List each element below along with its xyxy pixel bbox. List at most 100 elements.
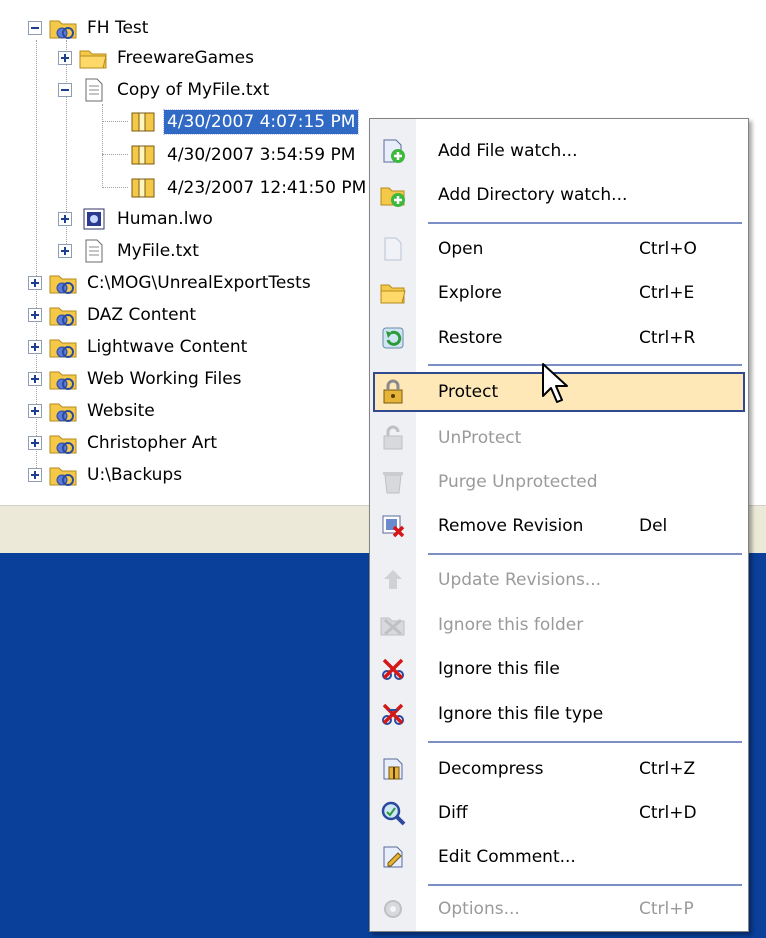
tree-item-label: Christopher Art: [87, 433, 217, 453]
revision-icon: [128, 175, 158, 201]
tree-connector: [102, 121, 128, 122]
update-revisions-icon: [373, 560, 413, 600]
tree-item-human-lwo[interactable]: Human.lwo: [58, 203, 216, 235]
revision-icon: [128, 142, 158, 168]
watched-folder-icon: [48, 430, 78, 456]
tree-item-myfile[interactable]: MyFile.txt: [58, 235, 202, 267]
menu-item-decompress[interactable]: Decompress Ctrl+Z: [373, 749, 745, 789]
watched-folder-icon: [48, 15, 78, 41]
collapse-toggle[interactable]: [28, 21, 42, 35]
watched-folder-icon: [48, 398, 78, 424]
tree-item-label: FH Test: [87, 18, 149, 38]
tree-item-web-working-files[interactable]: Web Working Files: [28, 363, 245, 395]
watched-folder-icon: [48, 302, 78, 328]
text-file-icon: [78, 238, 108, 264]
tree-item-label: 4/30/2007 4:07:15 PM: [162, 109, 360, 135]
diff-icon: [373, 793, 413, 833]
tree-item-label: DAZ Content: [87, 305, 197, 325]
expand-toggle[interactable]: [28, 308, 42, 322]
context-menu: Add File watch... Add Directory watch...…: [369, 118, 749, 932]
menu-item-unprotect[interactable]: UnProtect: [373, 418, 745, 458]
tree-item-website[interactable]: Website: [28, 395, 158, 427]
menu-item-restore[interactable]: Restore Ctrl+R: [373, 318, 745, 358]
menu-item-add-file-watch[interactable]: Add File watch...: [373, 131, 745, 171]
tree-item-revision[interactable]: 4/23/2007 12:41:50 PM: [128, 172, 369, 204]
menu-item-edit-comment[interactable]: Edit Comment...: [373, 837, 745, 877]
menu-item-add-directory-watch[interactable]: Add Directory watch...: [373, 175, 745, 215]
watched-folder-icon: [48, 270, 78, 296]
open-file-icon: [373, 229, 413, 269]
tree-item-label: Human.lwo: [117, 209, 213, 229]
tree-connector: [102, 154, 128, 155]
decompress-icon: [373, 749, 413, 789]
edit-comment-icon: [373, 837, 413, 877]
menu-separator: [428, 553, 742, 555]
tree-item-label: 4/30/2007 3:54:59 PM: [167, 145, 356, 165]
object-file-icon: [78, 206, 108, 232]
revision-icon: [128, 109, 158, 135]
collapse-toggle[interactable]: [58, 83, 72, 97]
expand-toggle[interactable]: [28, 372, 42, 386]
remove-revision-icon: [373, 506, 413, 546]
expand-toggle[interactable]: [28, 404, 42, 418]
menu-item-ignore-file-type[interactable]: Ignore this file type: [373, 694, 745, 734]
tree-item-revision[interactable]: 4/30/2007 4:07:15 PM: [128, 106, 360, 138]
mouse-pointer-icon: [542, 363, 568, 403]
tree-item-label: Website: [87, 401, 155, 421]
purge-icon: [373, 462, 413, 502]
tree-item-christopher-art[interactable]: Christopher Art: [28, 427, 220, 459]
tree-item-label: 4/23/2007 12:41:50 PM: [167, 178, 367, 198]
ignore-file-type-icon: [373, 694, 413, 734]
tree-item-lightwave-content[interactable]: Lightwave Content: [28, 331, 250, 363]
expand-toggle[interactable]: [28, 276, 42, 290]
tree-item-unreal-export-tests[interactable]: C:\MOG\UnrealExportTests: [28, 267, 314, 299]
menu-item-open[interactable]: Open Ctrl+O: [373, 229, 745, 269]
menu-item-diff[interactable]: Diff Ctrl+D: [373, 793, 745, 833]
expand-toggle[interactable]: [58, 212, 72, 226]
menu-item-explore[interactable]: Explore Ctrl+E: [373, 273, 745, 313]
tree-item-label: Web Working Files: [87, 369, 242, 389]
text-file-icon: [78, 77, 108, 103]
tree-item-label: FreewareGames: [117, 48, 254, 68]
tree-item-revision[interactable]: 4/30/2007 3:54:59 PM: [128, 139, 358, 171]
menu-item-remove-revision[interactable]: Remove Revision Del: [373, 506, 745, 546]
explore-folder-icon: [373, 273, 413, 313]
expand-toggle[interactable]: [58, 244, 72, 258]
add-file-watch-icon: [373, 131, 413, 171]
menu-item-ignore-folder[interactable]: Ignore this folder: [373, 605, 745, 645]
restore-icon: [373, 318, 413, 358]
menu-separator: [428, 884, 742, 886]
menu-item-options[interactable]: Options... Ctrl+P: [373, 889, 745, 929]
watched-folder-icon: [48, 462, 78, 488]
ignore-folder-icon: [373, 605, 413, 645]
add-directory-watch-icon: [373, 175, 413, 215]
expand-toggle[interactable]: [58, 51, 72, 65]
folder-icon: [78, 45, 108, 71]
protect-icon: [373, 372, 413, 412]
tree-item-label: Lightwave Content: [87, 337, 248, 357]
menu-item-purge-unprotected[interactable]: Purge Unprotected: [373, 462, 745, 502]
ignore-file-icon: [373, 649, 413, 689]
tree-connector: [102, 104, 103, 188]
menu-separator: [428, 741, 742, 743]
expand-toggle[interactable]: [28, 468, 42, 482]
tree-item-daz-content[interactable]: DAZ Content: [28, 299, 199, 331]
tree-item-label: MyFile.txt: [117, 241, 199, 261]
menu-item-ignore-file[interactable]: Ignore this file: [373, 649, 745, 689]
options-icon: [373, 889, 413, 929]
unprotect-icon: [373, 418, 413, 458]
menu-item-update-revisions[interactable]: Update Revisions...: [373, 560, 745, 600]
expand-toggle[interactable]: [28, 436, 42, 450]
tree-item-fh-test[interactable]: FH Test: [28, 12, 151, 44]
tree-item-label: C:\MOG\UnrealExportTests: [87, 273, 311, 293]
watched-folder-icon: [48, 366, 78, 392]
menu-separator: [428, 222, 742, 224]
tree-item-label: U:\Backups: [87, 465, 183, 485]
tree-item-freewaregames[interactable]: FreewareGames: [58, 42, 257, 74]
expand-toggle[interactable]: [28, 340, 42, 354]
tree-item-label: Copy of MyFile.txt: [117, 80, 270, 100]
tree-item-u-backups[interactable]: U:\Backups: [28, 459, 185, 491]
tree-item-copy-of-myfile[interactable]: Copy of MyFile.txt: [58, 74, 272, 106]
menu-separator: [428, 364, 742, 366]
tree-connector: [102, 187, 128, 188]
